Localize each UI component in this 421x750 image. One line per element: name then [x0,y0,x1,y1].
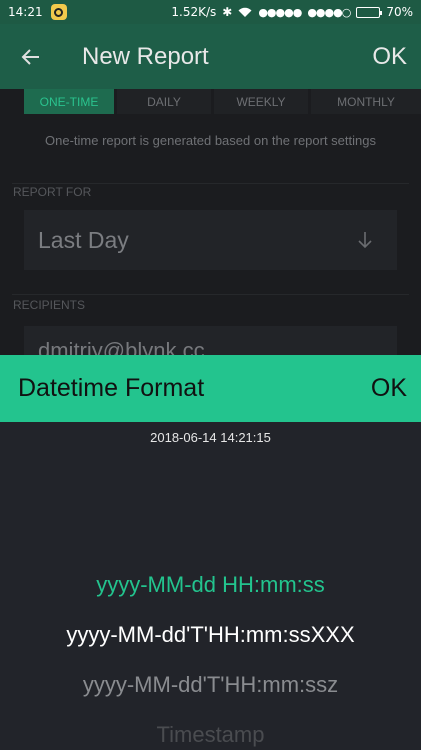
dialog-ok-button[interactable]: OK [371,374,407,403]
format-option-selected[interactable]: yyyy-MM-dd HH:mm:ss [0,572,421,598]
status-right: 1.52K/s ✱ ●●●●● ●●●●○ 70% [171,5,413,19]
datetime-preview: 2018-06-14 14:21:15 [150,430,271,445]
format-option[interactable]: Timestamp [0,722,421,748]
dialog-title: Datetime Format [18,374,205,402]
tab-weekly[interactable]: WEEKLY [214,89,308,114]
status-bar: 14:21 1.52K/s ✱ ●●●●● ●●●●○ 70% [0,0,421,24]
divider [12,183,409,184]
report-for-value: Last Day [38,226,129,253]
format-option[interactable]: yyyy-MM-dd'T'HH:mm:ssXXX [0,622,421,648]
tab-one-time[interactable]: ONE-TIME [24,89,114,114]
report-settings: ONE-TIME DAILY WEEKLY MONTHLY One-time r… [0,89,421,356]
report-type-tabs: ONE-TIME DAILY WEEKLY MONTHLY [24,89,421,114]
tab-daily[interactable]: DAILY [117,89,211,114]
bluetooth-icon: ✱ [222,5,233,19]
report-for-label: REPORT FOR [13,185,92,199]
page-title: New Report [82,42,209,70]
wifi-icon [238,7,252,17]
notification-app-icon [50,4,67,20]
signal-strength-2: ●●●●○ [307,5,351,19]
format-option[interactable]: yyyy-MM-dd'T'HH:mm:ssz [0,672,421,698]
signal-strength-1: ●●●●● [258,5,302,19]
network-speed: 1.52K/s [171,5,217,19]
recipient-value: dmitriy@blynk.cc [38,338,205,356]
status-time: 14:21 [8,5,43,19]
back-button[interactable] [0,24,62,89]
dialog-header: Datetime Format OK [0,355,421,422]
report-hint: One-time report is generated based on th… [45,133,376,148]
recipient-field[interactable]: dmitriy@blynk.cc [24,326,397,356]
arrow-down-icon [358,232,372,249]
app-header: New Report OK [0,24,421,89]
arrow-left-icon [21,48,39,65]
tab-monthly[interactable]: MONTHLY [311,89,421,114]
header-ok-button[interactable]: OK [372,43,407,71]
report-for-select[interactable]: Last Day [24,210,397,270]
divider [12,294,409,295]
battery-icon [356,6,383,18]
datetime-format-picker[interactable]: 2018-06-14 14:21:15 yyyy-MM-dd HH:mm:ss … [0,422,421,750]
recipients-label: RECIPIENTS [13,298,86,312]
battery-percent: 70% [386,5,413,19]
